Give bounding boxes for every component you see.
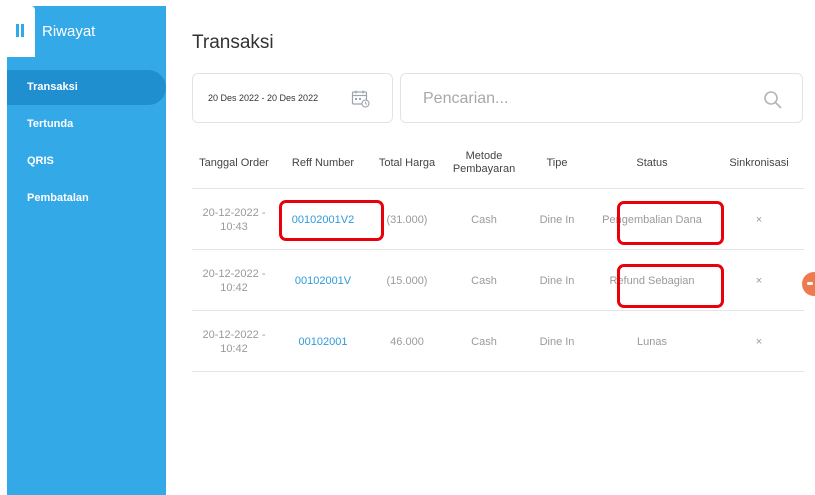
column-header-status: Status	[636, 156, 668, 169]
search-icon[interactable]	[763, 90, 782, 109]
reff-number-link[interactable]: 00102001V2	[276, 189, 370, 250]
menu-icon	[16, 24, 25, 37]
sidebar-item-pembatalan[interactable]: Pembatalan	[7, 181, 166, 216]
order-date: 20-12-2022 - 10:42	[202, 267, 266, 294]
status-text: Lunas	[637, 335, 667, 348]
reff-number-link[interactable]: 00102001	[276, 311, 370, 372]
page-title: Transaksi	[192, 32, 274, 53]
column-header-tipe: Tipe	[546, 156, 568, 169]
order-type: Dine In	[539, 213, 575, 226]
column-header-total-harga: Total Harga	[378, 156, 436, 169]
calendar-icon	[351, 90, 370, 108]
date-range-value: 20 Des 2022 - 20 Des 2022	[208, 93, 319, 103]
sidebar-item-tertunda[interactable]: Tertunda	[7, 107, 166, 142]
table-header: Tanggal Order Reff Number Total Harga Me…	[192, 137, 804, 189]
order-type: Dine In	[539, 274, 575, 287]
search-box	[400, 73, 803, 123]
table-row[interactable]: 20-12-2022 - 10:43 00102001V2 (31.000) C…	[192, 189, 804, 250]
sidebar: Riwayat Transaksi Tertunda QRIS Pembatal…	[7, 6, 166, 495]
status-text: Pengembalian Dana	[602, 213, 702, 226]
search-input[interactable]	[423, 86, 753, 112]
sync-status-icon: ×	[755, 335, 763, 348]
sidebar-item-transaksi[interactable]: Transaksi	[7, 70, 166, 105]
column-header-sinkronisasi: Sinkronisasi	[729, 156, 789, 169]
sidebar-title: Riwayat	[42, 23, 96, 40]
total-price: (31.000)	[386, 213, 428, 226]
date-range-picker[interactable]: 20 Des 2022 - 20 Des 2022	[192, 73, 393, 123]
main-content: Transaksi 20 Des 2022 - 20 Des 2022 Tang…	[166, 0, 815, 495]
total-price: (15.000)	[386, 274, 428, 287]
sidebar-header: Riwayat	[7, 6, 166, 57]
order-type: Dine In	[539, 335, 575, 348]
order-date: 20-12-2022 - 10:42	[202, 328, 266, 355]
payment-method: Cash	[471, 213, 497, 226]
total-price: 46.000	[390, 335, 424, 348]
sync-status-icon: ×	[755, 274, 763, 287]
sidebar-item-qris[interactable]: QRIS	[7, 144, 166, 179]
sidebar-nav: Transaksi Tertunda QRIS Pembatalan	[7, 70, 166, 218]
transaction-table: Tanggal Order Reff Number Total Harga Me…	[192, 137, 804, 372]
reff-number-link[interactable]: 00102001V	[276, 250, 370, 311]
column-header-reff-number: Reff Number	[291, 156, 355, 169]
column-header-tanggal-order: Tanggal Order	[199, 156, 269, 169]
status-text: Refund Sebagian	[609, 274, 695, 287]
sync-status-icon: ×	[755, 213, 763, 226]
order-date: 20-12-2022 - 10:43	[202, 206, 266, 233]
payment-method: Cash	[471, 274, 497, 287]
payment-method: Cash	[471, 335, 497, 348]
table-row[interactable]: 20-12-2022 - 10:42 00102001V (15.000) Ca…	[192, 250, 804, 311]
column-header-metode-pembayaran: Metode Pembayaran	[452, 150, 516, 175]
table-row[interactable]: 20-12-2022 - 10:42 00102001 46.000 Cash …	[192, 311, 804, 372]
menu-toggle-button[interactable]	[7, 6, 35, 57]
